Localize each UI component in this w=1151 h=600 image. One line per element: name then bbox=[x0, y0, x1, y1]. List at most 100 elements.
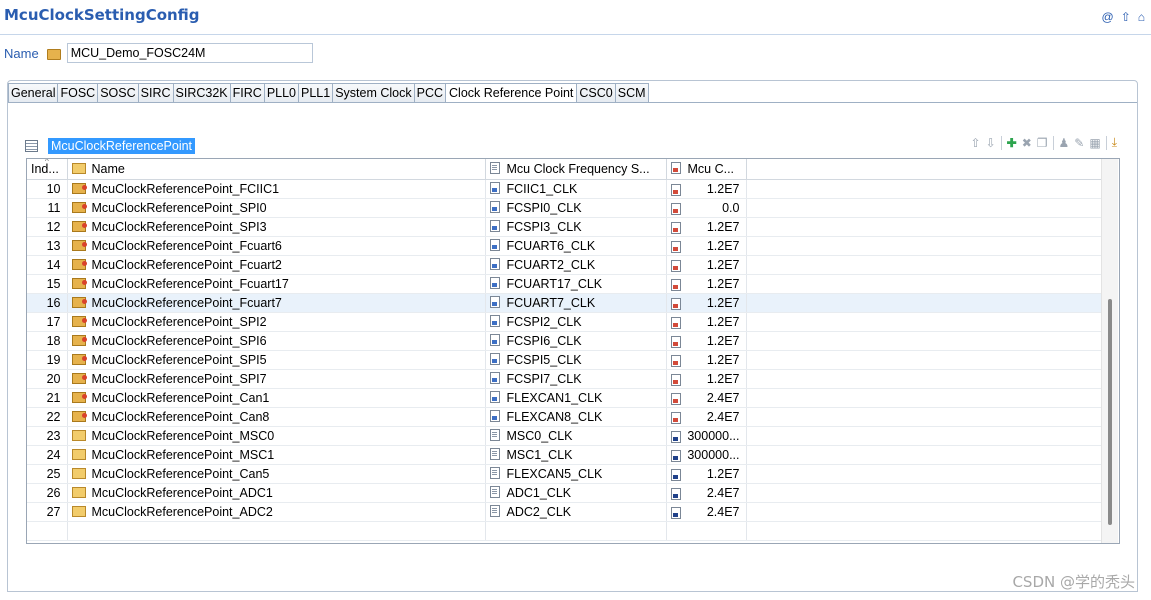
table-row[interactable]: 13 McuClockReferencePoint_Fcuart6 FCUART6_… bbox=[27, 236, 1105, 256]
table-row[interactable]: 10 McuClockReferencePoint_FCIIC1 FCIIC1_CL… bbox=[27, 179, 1105, 199]
tab-pcc[interactable]: PCC bbox=[413, 83, 446, 103]
table-row[interactable]: 14 McuClockReferencePoint_Fcuart2 FCUART2_… bbox=[27, 255, 1105, 275]
tab-pll0[interactable]: PLL0 bbox=[263, 83, 299, 103]
tab-csc0[interactable]: CSC0 bbox=[576, 83, 615, 103]
table-row[interactable]: 25 McuClockReferencePoint_Can5 FLEXCAN5_CL… bbox=[27, 464, 1105, 484]
row-freq-cell[interactable]: FCSPI3_CLK bbox=[485, 217, 667, 237]
user-icon[interactable]: ♟ bbox=[1059, 136, 1070, 150]
table-row[interactable]: 23 McuClockReferencePoint_MSC0 MSC0_CLK 300… bbox=[27, 426, 1105, 446]
row-value-cell[interactable]: 0.0 bbox=[666, 198, 747, 218]
row-value-cell[interactable]: 1.2E7 bbox=[666, 312, 747, 332]
row-name-cell[interactable]: McuClockReferencePoint_SPI6 bbox=[67, 331, 486, 351]
table-row[interactable]: 19 McuClockReferencePoint_SPI5 FCSPI5_CLK 1… bbox=[27, 350, 1105, 370]
row-value-cell[interactable]: 300000... bbox=[666, 445, 747, 465]
row-value-cell[interactable]: 2.4E7 bbox=[666, 502, 747, 522]
table-row[interactable]: 17 McuClockReferencePoint_SPI2 FCSPI2_CLK 1… bbox=[27, 312, 1105, 332]
tab-firc[interactable]: FIRC bbox=[229, 83, 264, 103]
row-name-cell[interactable]: McuClockReferencePoint_FCIIC1 bbox=[67, 179, 486, 199]
row-name-cell[interactable]: McuClockReferencePoint_Can8 bbox=[67, 407, 486, 427]
table-row[interactable]: 22 McuClockReferencePoint_Can8 FLEXCAN8_CL… bbox=[27, 407, 1105, 427]
tab-sirc32k[interactable]: SIRC32K bbox=[172, 83, 230, 103]
row-name-cell[interactable]: McuClockReferencePoint_Can5 bbox=[67, 464, 486, 484]
move-down-icon[interactable]: ⇩ bbox=[986, 136, 996, 150]
table-row[interactable]: 24 McuClockReferencePoint_MSC1 MSC1_CLK 300… bbox=[27, 445, 1105, 465]
column-header-value[interactable]: Mcu C... bbox=[666, 159, 747, 180]
name-field[interactable] bbox=[66, 43, 313, 63]
row-value-cell[interactable]: 1.2E7 bbox=[666, 236, 747, 256]
row-value-cell[interactable]: 1.2E7 bbox=[666, 293, 747, 313]
row-value-cell[interactable]: 1.2E7 bbox=[666, 464, 747, 484]
row-freq-cell[interactable]: FLEXCAN5_CLK bbox=[485, 464, 667, 484]
row-name-cell[interactable]: McuClockReferencePoint_SPI0 bbox=[67, 198, 486, 218]
tab-clock-reference-point[interactable]: Clock Reference Point bbox=[445, 83, 577, 103]
row-name-cell[interactable]: McuClockReferencePoint_Fcuart17 bbox=[67, 274, 486, 294]
row-value-cell[interactable]: 2.4E7 bbox=[666, 388, 747, 408]
row-freq-cell[interactable]: MSC0_CLK bbox=[485, 426, 667, 446]
row-name-cell[interactable]: McuClockReferencePoint_SPI7 bbox=[67, 369, 486, 389]
row-value-cell[interactable]: 1.2E7 bbox=[666, 217, 747, 237]
row-freq-cell[interactable]: ADC1_CLK bbox=[485, 483, 667, 503]
row-name-cell[interactable]: McuClockReferencePoint_SPI2 bbox=[67, 312, 486, 332]
column-header-name[interactable]: Name bbox=[67, 159, 486, 180]
move-up-icon[interactable]: ⇧ bbox=[971, 136, 981, 150]
column-header-freq[interactable]: Mcu Clock Frequency S... bbox=[485, 159, 667, 180]
row-freq-cell[interactable]: FCSPI5_CLK bbox=[485, 350, 667, 370]
row-name-cell[interactable]: McuClockReferencePoint_Fcuart7 bbox=[67, 293, 486, 313]
row-name-cell[interactable]: McuClockReferencePoint_Can1 bbox=[67, 388, 486, 408]
copy-icon[interactable]: ❐ bbox=[1037, 136, 1048, 150]
row-name-cell[interactable]: McuClockReferencePoint_Fcuart6 bbox=[67, 236, 486, 256]
table-row[interactable]: 11 McuClockReferencePoint_SPI0 FCSPI0_CLK 0… bbox=[27, 198, 1105, 218]
tab-system-clock[interactable]: System Clock bbox=[332, 83, 414, 103]
row-value-cell[interactable]: 1.2E7 bbox=[666, 179, 747, 199]
vertical-scrollbar[interactable] bbox=[1101, 159, 1118, 543]
home-icon[interactable]: ⌂ bbox=[1138, 10, 1145, 24]
table-view-icon[interactable]: ▦ bbox=[1089, 136, 1100, 150]
row-value-cell[interactable]: 2.4E7 bbox=[666, 483, 747, 503]
table-row[interactable]: 15 McuClockReferencePoint_Fcuart17 FCUART1… bbox=[27, 274, 1105, 294]
table-row[interactable]: 21 McuClockReferencePoint_Can1 FLEXCAN1_CL… bbox=[27, 388, 1105, 408]
tab-scm[interactable]: SCM bbox=[614, 83, 649, 103]
table-row[interactable]: 16 McuClockReferencePoint_Fcuart7 FCUART7_… bbox=[27, 293, 1105, 313]
import-icon[interactable]: ⤓ bbox=[1112, 135, 1117, 150]
row-freq-cell[interactable]: FCUART6_CLK bbox=[485, 236, 667, 256]
row-value-cell[interactable]: 2.4E7 bbox=[666, 407, 747, 427]
edit-icon[interactable]: ✎ bbox=[1074, 136, 1084, 150]
section-title[interactable]: McuClockReferencePoint bbox=[48, 138, 196, 154]
scrollbar-thumb[interactable] bbox=[1108, 299, 1112, 525]
row-value-cell[interactable]: 1.2E7 bbox=[666, 350, 747, 370]
row-freq-cell[interactable]: FCSPI2_CLK bbox=[485, 312, 667, 332]
row-freq-cell[interactable]: FCIIC1_CLK bbox=[485, 179, 667, 199]
row-freq-cell[interactable]: FLEXCAN1_CLK bbox=[485, 388, 667, 408]
row-freq-cell[interactable]: MSC1_CLK bbox=[485, 445, 667, 465]
row-freq-cell[interactable]: ADC2_CLK bbox=[485, 502, 667, 522]
at-icon[interactable]: @ bbox=[1102, 10, 1114, 24]
row-name-cell[interactable]: McuClockReferencePoint_ADC2 bbox=[67, 502, 486, 522]
tab-general[interactable]: General bbox=[8, 83, 58, 103]
table-row[interactable]: 20 McuClockReferencePoint_SPI7 FCSPI7_CLK 1… bbox=[27, 369, 1105, 389]
row-freq-cell[interactable]: FCUART17_CLK bbox=[485, 274, 667, 294]
up-arrow-icon[interactable]: ⇧ bbox=[1121, 10, 1131, 24]
table-row[interactable]: 12 McuClockReferencePoint_SPI3 FCSPI3_CLK 1… bbox=[27, 217, 1105, 237]
row-name-cell[interactable]: McuClockReferencePoint_MSC1 bbox=[67, 445, 486, 465]
row-value-cell[interactable]: 300000... bbox=[666, 426, 747, 446]
table-row[interactable]: 27 McuClockReferencePoint_ADC2 ADC2_CLK 2.4… bbox=[27, 502, 1105, 522]
row-freq-cell[interactable]: FCUART2_CLK bbox=[485, 255, 667, 275]
row-name-cell[interactable]: McuClockReferencePoint_Fcuart2 bbox=[67, 255, 486, 275]
column-header-index[interactable]: ^ Ind... bbox=[27, 159, 68, 180]
row-freq-cell[interactable]: FCSPI6_CLK bbox=[485, 331, 667, 351]
row-freq-cell[interactable]: FCSPI0_CLK bbox=[485, 198, 667, 218]
table-row[interactable]: 18 McuClockReferencePoint_SPI6 FCSPI6_CLK 1… bbox=[27, 331, 1105, 351]
tab-fosc[interactable]: FOSC bbox=[57, 83, 98, 103]
row-value-cell[interactable]: 1.2E7 bbox=[666, 369, 747, 389]
row-freq-cell[interactable]: FLEXCAN8_CLK bbox=[485, 407, 667, 427]
table-row[interactable]: 26 McuClockReferencePoint_ADC1 ADC1_CLK 2.4… bbox=[27, 483, 1105, 503]
delete-icon[interactable]: ✖ bbox=[1022, 136, 1032, 150]
row-value-cell[interactable]: 1.2E7 bbox=[666, 274, 747, 294]
row-freq-cell[interactable]: FCUART7_CLK bbox=[485, 293, 667, 313]
row-value-cell[interactable]: 1.2E7 bbox=[666, 331, 747, 351]
tab-pll1[interactable]: PLL1 bbox=[298, 83, 333, 103]
tab-sosc[interactable]: SOSC bbox=[97, 83, 138, 103]
row-name-cell[interactable]: McuClockReferencePoint_SPI3 bbox=[67, 217, 486, 237]
row-name-cell[interactable]: McuClockReferencePoint_MSC0 bbox=[67, 426, 486, 446]
add-icon[interactable]: ✚ bbox=[1007, 136, 1017, 150]
